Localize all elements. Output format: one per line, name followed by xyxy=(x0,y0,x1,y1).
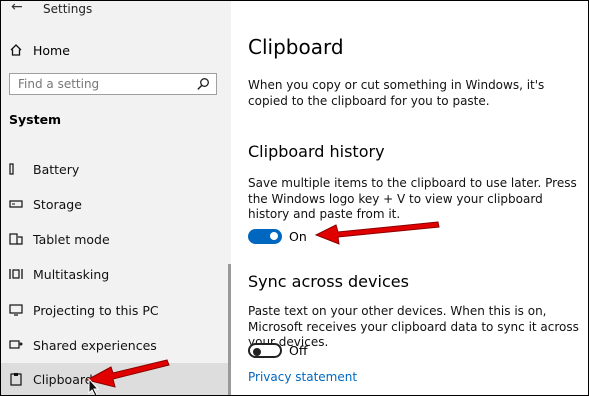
sidebar: ← Settings Home Find a setting System Ba… xyxy=(1,1,231,395)
main-content: Clipboard When you copy or cut something… xyxy=(231,1,588,395)
sidebar-home[interactable]: Home xyxy=(9,41,70,59)
battery-icon xyxy=(9,163,14,175)
projecting-icon xyxy=(9,304,23,316)
sidebar-item-label: Multitasking xyxy=(33,266,110,282)
sync-title: Sync across devices xyxy=(248,272,409,291)
sidebar-item-clipboard[interactable]: Clipboard xyxy=(9,370,223,388)
tablet-mode-icon xyxy=(9,233,23,245)
window-title: Settings xyxy=(43,2,93,16)
section-title: System xyxy=(9,112,62,127)
clipboard-history-description: Save multiple items to the clipboard to … xyxy=(248,176,577,221)
back-arrow-icon[interactable]: ← xyxy=(11,1,23,15)
search-icon xyxy=(197,78,209,90)
settings-window: ← Settings Home Find a setting System Ba… xyxy=(0,0,589,396)
sidebar-item-label: Tablet mode xyxy=(33,231,110,247)
sidebar-item-label: Battery xyxy=(33,161,80,177)
page-description: When you copy or cut something in Window… xyxy=(248,78,545,108)
clipboard-history-toggle[interactable] xyxy=(248,229,282,244)
sidebar-item-label: Shared experiences xyxy=(33,337,157,353)
clipboard-history-title: Clipboard history xyxy=(248,142,385,161)
sidebar-item-label: Projecting to this PC xyxy=(33,302,159,318)
toggle-knob xyxy=(253,348,261,356)
sidebar-item-label: Storage xyxy=(33,196,82,212)
home-icon xyxy=(10,44,22,56)
sync-toggle[interactable] xyxy=(248,343,282,358)
clipboard-icon xyxy=(10,373,22,386)
shared-experiences-icon xyxy=(9,340,23,349)
page-title: Clipboard xyxy=(248,35,344,59)
search-placeholder: Find a setting xyxy=(18,77,100,91)
clipboard-history-toggle-label: On xyxy=(289,229,307,244)
sync-toggle-label: Off xyxy=(289,343,308,358)
sidebar-item-shared-experiences[interactable]: Shared experiences xyxy=(9,336,223,354)
search-input[interactable]: Find a setting xyxy=(9,73,217,95)
toggle-knob xyxy=(270,232,278,240)
sidebar-item-multitasking[interactable]: Multitasking xyxy=(9,265,223,283)
storage-icon xyxy=(9,200,23,208)
multitasking-icon xyxy=(9,269,23,279)
sidebar-item-battery[interactable]: Battery xyxy=(9,160,223,178)
sidebar-item-label: Clipboard xyxy=(33,371,93,387)
sidebar-item-tablet-mode[interactable]: Tablet mode xyxy=(9,230,223,248)
privacy-statement-link[interactable]: Privacy statement xyxy=(248,370,357,384)
sidebar-home-label: Home xyxy=(33,42,70,58)
sidebar-item-projecting[interactable]: Projecting to this PC xyxy=(9,301,223,319)
sidebar-item-storage[interactable]: Storage xyxy=(9,195,223,213)
